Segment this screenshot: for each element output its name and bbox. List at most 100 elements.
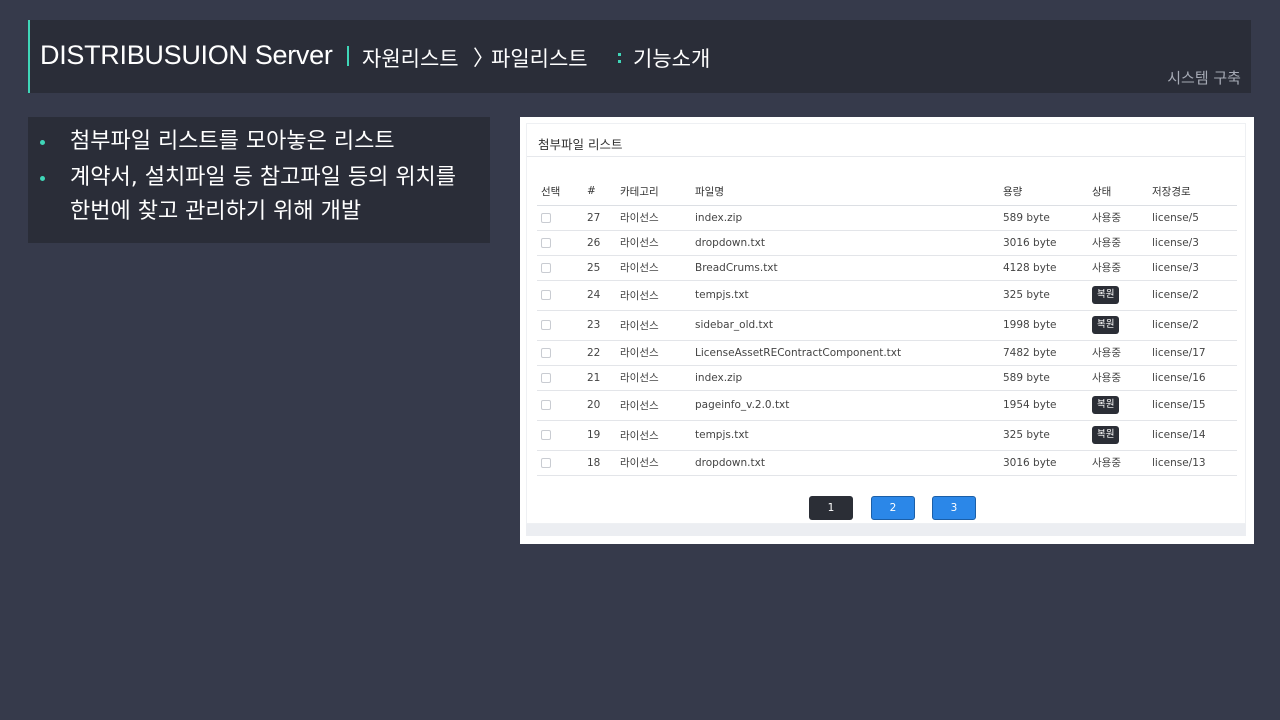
row-select-cell — [537, 255, 583, 281]
row-number: 21 — [583, 365, 616, 391]
row-size: 325 byte — [999, 280, 1088, 311]
row-checkbox[interactable] — [541, 320, 551, 330]
restore-button[interactable]: 복원 — [1092, 426, 1120, 444]
file-list-panel: 첨부파일 리스트 선택 # 카테고리 파일명 용량 상태 저장경로 27 라이선스… — [520, 117, 1254, 544]
row-path: license/5 — [1148, 205, 1237, 231]
row-filename[interactable]: index.zip — [691, 205, 999, 231]
table-row[interactable]: 18 라이선스 dropdown.txt 3016 byte 사용중 license/13 — [537, 450, 1237, 476]
description-text: 한번에 찾고 관리하기 위해 개발 — [70, 199, 362, 224]
row-number: 24 — [583, 280, 616, 311]
row-checkbox[interactable] — [541, 262, 551, 273]
column-header-size: 용량 — [999, 178, 1088, 206]
row-size: 7482 byte — [999, 340, 1088, 366]
row-size: 3016 byte — [999, 450, 1088, 476]
column-header-number: # — [583, 178, 616, 206]
bullet-icon — [40, 176, 45, 181]
table-row[interactable]: 26 라이선스 dropdown.txt 3016 byte 사용중 license/3 — [537, 230, 1237, 256]
bullet-icon — [40, 140, 45, 145]
table-row[interactable]: 19 라이선스 tempjs.txt 325 byte 복원 license/14 — [537, 420, 1237, 451]
row-select-cell — [537, 420, 583, 451]
row-category: 라이선스 — [616, 365, 691, 391]
row-path: license/14 — [1148, 420, 1237, 451]
row-category: 라이선스 — [616, 390, 691, 421]
row-number: 27 — [583, 205, 616, 231]
table-row[interactable]: 22 라이선스 LicenseAssetREContractComponent.tx… — [537, 340, 1237, 366]
row-checkbox[interactable] — [541, 290, 551, 300]
row-status: 사용중 — [1088, 365, 1148, 391]
panel-title: 첨부파일 리스트 — [538, 137, 623, 152]
row-number: 25 — [583, 255, 616, 281]
app-title: DISTRIBUSUION Server — [40, 40, 333, 70]
restore-button[interactable]: 복원 — [1092, 396, 1120, 414]
row-checkbox[interactable] — [541, 372, 551, 383]
row-category: 라이선스 — [616, 255, 691, 281]
table-row[interactable]: 27 라이선스 index.zip 589 byte 사용중 license/5 — [537, 205, 1237, 231]
row-number: 26 — [583, 230, 616, 256]
panel-footer-strip — [526, 524, 1246, 536]
row-number: 20 — [583, 390, 616, 421]
page-button-1[interactable]: 1 — [809, 496, 853, 520]
page-button-3[interactable]: 3 — [932, 496, 976, 520]
row-path: license/3 — [1148, 230, 1237, 256]
row-checkbox[interactable] — [541, 400, 551, 410]
column-header-select: 선택 — [537, 178, 583, 206]
row-filename[interactable]: index.zip — [691, 365, 999, 391]
row-checkbox[interactable] — [541, 430, 551, 440]
breadcrumb-file-list[interactable]: 파일리스트 — [491, 43, 588, 73]
row-status: 사용중 — [1088, 230, 1148, 256]
row-status: 사용중 — [1088, 340, 1148, 366]
description-text: 계약서, 설치파일 등 참고파일 등의 위치를 — [70, 165, 457, 190]
row-filename[interactable]: dropdown.txt — [691, 230, 999, 256]
row-checkbox[interactable] — [541, 212, 551, 223]
row-category: 라이선스 — [616, 280, 691, 311]
row-filename[interactable]: tempjs.txt — [691, 420, 999, 451]
row-filename[interactable]: BreadCrums.txt — [691, 255, 999, 281]
row-filename[interactable]: sidebar_old.txt — [691, 310, 999, 341]
row-filename[interactable]: dropdown.txt — [691, 450, 999, 476]
row-category: 라이선스 — [616, 420, 691, 451]
row-path: license/2 — [1148, 280, 1237, 311]
row-select-cell — [537, 205, 583, 231]
row-checkbox[interactable] — [541, 347, 551, 358]
row-select-cell — [537, 340, 583, 366]
table-row[interactable]: 23 라이선스 sidebar_old.txt 1998 byte 복원 license/… — [537, 310, 1237, 341]
row-category: 라이선스 — [616, 340, 691, 366]
column-header-category: 카테고리 — [616, 178, 691, 206]
row-size: 589 byte — [999, 205, 1088, 231]
row-checkbox[interactable] — [541, 237, 551, 248]
row-category: 라이선스 — [616, 230, 691, 256]
row-size: 4128 byte — [999, 255, 1088, 281]
row-path: license/15 — [1148, 390, 1237, 421]
row-filename[interactable]: LicenseAssetREContractComponent.txt — [691, 340, 999, 366]
row-status: 사용중 — [1088, 255, 1148, 281]
row-filename[interactable]: pageinfo_v.2.0.txt — [691, 390, 999, 421]
row-number: 22 — [583, 340, 616, 366]
restore-button[interactable]: 복원 — [1092, 286, 1120, 304]
description-text: 첨부파일 리스트를 모아놓은 리스트 — [70, 129, 395, 154]
restore-button[interactable]: 복원 — [1092, 316, 1120, 334]
row-checkbox[interactable] — [541, 457, 551, 468]
table-row[interactable]: 25 라이선스 BreadCrums.txt 4128 byte 사용중 license/… — [537, 255, 1237, 281]
table-row[interactable]: 21 라이선스 index.zip 589 byte 사용중 license/16 — [537, 365, 1237, 391]
description-item: 첨부파일 리스트를 모아놓은 리스트 — [38, 125, 490, 159]
description-box: 첨부파일 리스트를 모아놓은 리스트 계약서, 설치파일 등 참고파일 등의 위… — [28, 117, 490, 243]
row-path: license/16 — [1148, 365, 1237, 391]
row-select-cell — [537, 230, 583, 256]
row-size: 1954 byte — [999, 390, 1088, 421]
row-size: 325 byte — [999, 420, 1088, 451]
divider — [527, 156, 1245, 157]
row-number: 19 — [583, 420, 616, 451]
table-row[interactable]: 20 라이선스 pageinfo_v.2.0.txt 1954 byte 복원 licen… — [537, 390, 1237, 421]
table-row[interactable]: 24 라이선스 tempjs.txt 325 byte 복원 license/2 — [537, 280, 1237, 311]
row-path: license/3 — [1148, 255, 1237, 281]
header-bar: DISTRIBUSUION Server 자원리스트 〉 파일리스트 기능소개 … — [28, 20, 1251, 93]
row-status-cell: 복원 — [1088, 420, 1148, 451]
row-status-cell: 복원 — [1088, 280, 1148, 311]
row-category: 라이선스 — [616, 310, 691, 341]
colon-icon — [618, 53, 621, 65]
row-filename[interactable]: tempjs.txt — [691, 280, 999, 311]
row-select-cell — [537, 310, 583, 341]
page-button-2[interactable]: 2 — [871, 496, 915, 520]
row-size: 589 byte — [999, 365, 1088, 391]
breadcrumb-resource-list[interactable]: 자원리스트 — [362, 43, 459, 73]
